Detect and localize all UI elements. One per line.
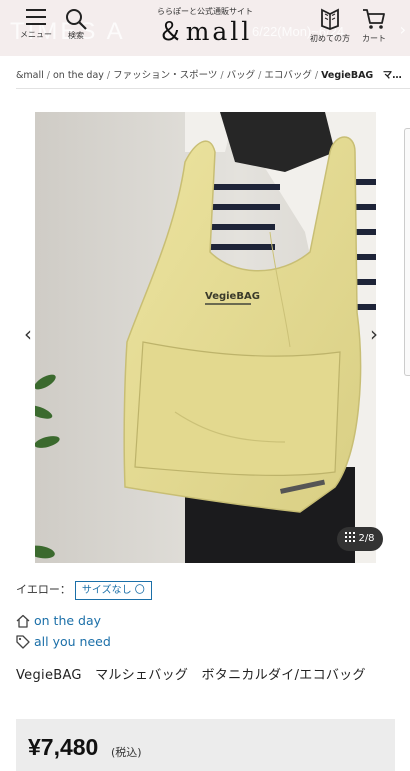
search-label: 検索 [68,31,84,40]
cart-label: カート [362,34,386,43]
shop-link-on-the-day[interactable]: on the day [16,613,101,628]
menu-button[interactable]: メニュー [14,8,58,40]
breadcrumb-item-shop[interactable]: on the day [53,70,104,81]
shop-link-label: on the day [34,613,102,628]
site-tagline: ららぽーと公式通販サイト [157,7,253,16]
search-icon [66,9,87,30]
shop-link-all-you-need[interactable]: all you need [16,634,111,649]
breadcrumb: &mall / on the day / ファッション・スポーツ / バッグ / エコバッグ / V… [16,70,402,81]
product-photo-illustration: VegieBAG [35,112,376,563]
book-icon [321,8,339,30]
variation-row: イエロー： サイズなし 〇 [16,581,152,600]
cart-button[interactable]: カート [352,8,396,44]
size-option-chip[interactable]: サイズなし 〇 [74,581,152,600]
product-price: ¥7,480 [28,734,99,760]
banner-next-icon[interactable]: › [400,20,406,39]
shop-link-label: all you need [34,634,111,649]
site-header: TIMES A 6/22(Mon)~6/24 メニュー 検索 ららぽーと公式通販… [0,0,410,56]
site-logo-link[interactable]: ららぽーと公式通販サイト ＆mall [130,6,280,47]
breadcrumb-item-eco-bags[interactable]: エコバッグ [264,70,312,81]
product-image[interactable]: VegieBAG [35,112,376,563]
chevron-left-icon[interactable]: ‹ [24,322,32,346]
stock-status-icon: 〇 [134,585,145,596]
side-drawer-handle[interactable] [404,128,410,376]
image-counter-button[interactable]: 2/8 [337,527,383,551]
breadcrumb-current: VegieBAG マ… [321,70,402,81]
breadcrumb-item-category[interactable]: ファッション・スポーツ [113,70,217,81]
color-label: イエロー： [16,583,71,596]
cart-icon [363,9,385,29]
first-time-guide-button[interactable]: 初めての方 [308,8,352,44]
tax-note: (税込) [111,746,142,759]
image-counter: 2/8 [358,533,375,544]
size-option-label: サイズなし [81,585,132,596]
tag-icon [16,635,30,649]
bag-print-text: VegieBAG [205,291,260,302]
menu-label: メニュー [20,30,52,39]
price-box: ¥7,480 (税込) [16,719,395,771]
search-button[interactable]: 検索 [54,8,98,41]
divider [16,88,410,89]
site-logo: ＆mall [157,17,253,46]
grid-icon [345,532,356,542]
chevron-right-icon[interactable]: › [370,322,378,346]
breadcrumb-item-mall[interactable]: &mall [16,70,44,81]
breadcrumb-item-bags[interactable]: バッグ [227,70,256,81]
hamburger-icon [26,9,46,25]
home-icon [16,614,30,628]
product-title: VegieBAG マルシェバッグ ボタニカルダイ/エコバッグ [16,668,366,683]
first-time-guide-label: 初めての方 [310,34,350,43]
